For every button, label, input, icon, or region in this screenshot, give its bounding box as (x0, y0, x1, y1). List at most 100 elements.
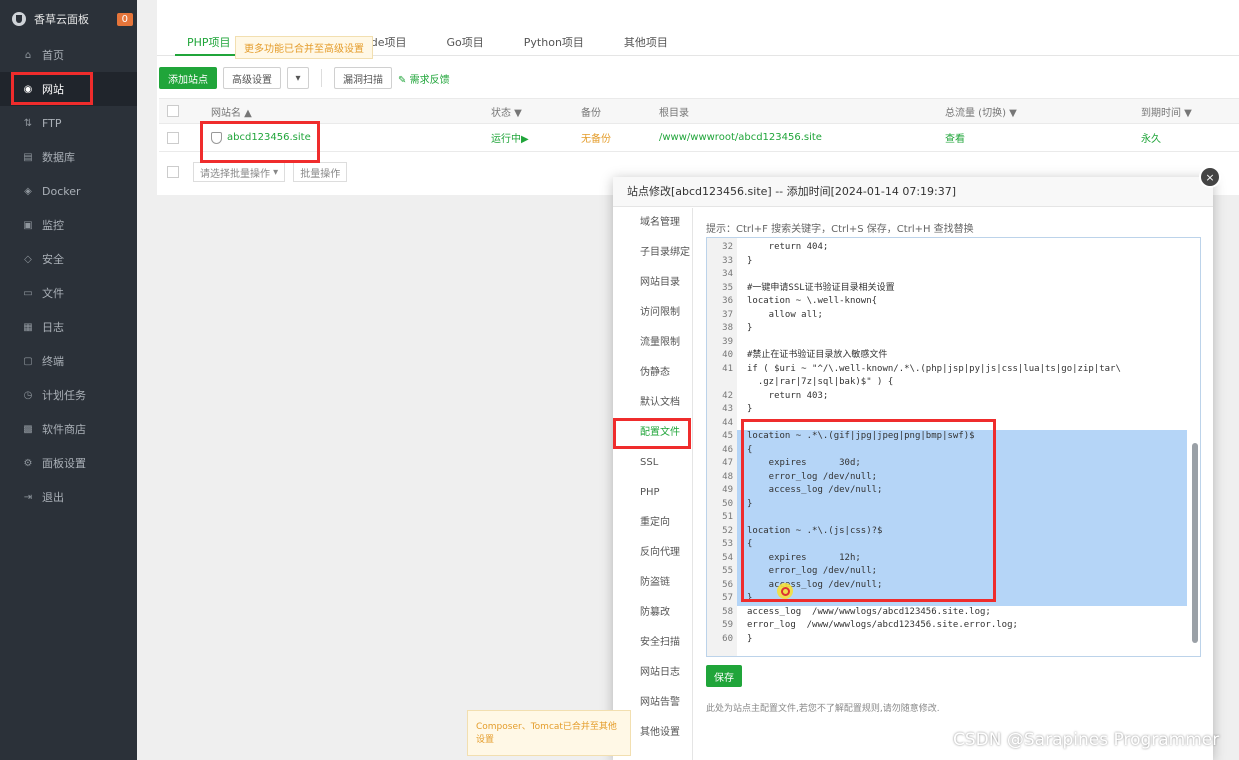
sidebar-item-13[interactable]: ⇥ 退出 (0, 480, 137, 514)
code-line: 37 allow all; (707, 309, 1200, 323)
col-header-traffic[interactable]: 总流量 (切换) ▼ (945, 104, 1141, 119)
sidebar-item-8[interactable]: ▦ 日志 (0, 310, 137, 344)
composer-merge-tip: Composer、Tomcat已合并至其他设置 (467, 710, 631, 756)
site-expire[interactable]: 永久 (1141, 130, 1221, 145)
modal-menu-item-12[interactable]: 防盗链 (613, 568, 692, 598)
modal-menu-item-7[interactable]: 配置文件 (613, 418, 692, 448)
sidebar-item-11[interactable]: ▩ 软件商店 (0, 412, 137, 446)
gear-icon: ⚙ (23, 457, 33, 469)
sidebar-item-label: FTP (42, 116, 62, 130)
sidebar-item-10[interactable]: ◷ 计划任务 (0, 378, 137, 412)
modal-menu-item-13[interactable]: 防篡改 (613, 598, 692, 628)
site-edit-modal: 站点修改[abcd123456.site] -- 添加时间[2024-01-14… (613, 177, 1213, 760)
close-icon[interactable]: × (1199, 166, 1221, 188)
line-number: 49 (722, 485, 733, 495)
modal-menu-item-1[interactable]: 子目录绑定 (613, 238, 692, 268)
line-number: 35 (722, 282, 733, 293)
line-number: 44 (722, 417, 733, 428)
sidebar-item-5[interactable]: ▣ 监控 (0, 208, 137, 242)
modal-menu-item-6[interactable]: 默认文档 (613, 388, 692, 418)
modal-menu-item-4[interactable]: 流量限制 (613, 328, 692, 358)
modal-menu-item-8[interactable]: SSL (613, 448, 692, 478)
advanced-settings-button[interactable]: 高级设置 (223, 67, 281, 89)
save-button[interactable]: 保存 (706, 665, 742, 687)
home-icon: ⌂ (24, 49, 32, 61)
modal-menu-item-5[interactable]: 伪静态 (613, 358, 692, 388)
line-number: 42 (722, 390, 733, 401)
line-number: 47 (722, 458, 733, 468)
col-header-name[interactable]: 网站名 ▲ (211, 104, 491, 119)
line-number: 57 (722, 593, 733, 603)
selection-bg (737, 443, 1187, 457)
sidebar-item-3[interactable]: ▤ 数据库 (0, 140, 137, 174)
modal-menu-item-2[interactable]: 网站目录 (613, 268, 692, 298)
code-text: location ~ .*\.(js|css)?$ (747, 525, 883, 536)
code-line: 44 (707, 417, 1200, 431)
code-line: 49 access_log /dev/null; (707, 484, 1200, 498)
sidebar-item-label: 数据库 (42, 151, 75, 164)
sidebar-item-12[interactable]: ⚙ 面板设置 (0, 446, 137, 480)
code-line: 43} (707, 403, 1200, 417)
sidebar-item-7[interactable]: ▭ 文件 (0, 276, 137, 310)
code-line: 38} (707, 322, 1200, 336)
editor-scrollbar[interactable] (1192, 443, 1198, 643)
tab-4[interactable]: Python项目 (504, 15, 604, 55)
site-traffic[interactable]: 查看 (945, 130, 1141, 145)
batch-checkbox[interactable] (167, 166, 179, 178)
line-number: 45 (722, 431, 733, 441)
modal-menu-item-9[interactable]: PHP (613, 478, 692, 508)
batch-bar: 请选择批量操作 ▾ 批量操作 (159, 162, 348, 182)
sidebar-item-9[interactable]: ▢ 终端 (0, 344, 137, 378)
modal-menu-item-10[interactable]: 重定向 (613, 508, 692, 538)
line-number: 48 (722, 471, 733, 482)
row-checkbox[interactable] (167, 131, 179, 144)
notification-badge[interactable]: 0 (116, 12, 133, 26)
modal-menu-item-11[interactable]: 反向代理 (613, 538, 692, 568)
code-text: } (747, 498, 753, 509)
col-header-expire[interactable]: 到期时间 ▼ (1141, 104, 1221, 119)
code-line: 40 #禁止在证书验证目录放入敏感文件 (707, 349, 1200, 363)
tab-3[interactable]: Go项目 (427, 15, 504, 55)
site-name-link[interactable]: abcd123456.site (211, 131, 491, 144)
modal-menu-item-14[interactable]: 安全扫描 (613, 628, 692, 658)
logo-icon (12, 12, 26, 26)
site-toolbar: 添加站点 高级设置 ▾ 漏洞扫描 ✎ 需求反馈 (159, 67, 450, 89)
add-site-button[interactable]: 添加站点 (159, 67, 217, 89)
logout-icon: ⇥ (23, 491, 33, 503)
modal-menu-item-0[interactable]: 域名管理 (613, 208, 692, 238)
code-line: 58 access_log /www/wwwlogs/abcd123456.sit… (707, 606, 1200, 620)
tab-5[interactable]: 其他项目 (604, 15, 688, 55)
sidebar-item-label: 首页 (42, 49, 64, 62)
line-number: 60 (722, 633, 733, 644)
sidebar-item-6[interactable]: ◇ 安全 (0, 242, 137, 276)
chevron-down-icon[interactable]: ▾ (287, 67, 309, 89)
select-all-checkbox[interactable] (167, 105, 179, 117)
sidebar-item-label: 面板设置 (42, 457, 86, 470)
sidebar-item-4[interactable]: ◈ Docker (0, 174, 137, 208)
sidebar-item-1[interactable]: ◉ 网站 (0, 72, 137, 106)
selection-bg (737, 538, 1187, 552)
site-status[interactable]: 运行中▶ (491, 130, 581, 145)
sidebar-item-0[interactable]: ⌂ 首页 (0, 38, 137, 72)
vuln-scan-button[interactable]: 漏洞扫描 (334, 67, 392, 89)
clock-icon: ◷ (23, 389, 33, 401)
modal-menu: 域名管理 子目录绑定 网站目录 访问限制 流量限制 伪静态 默认文档 配置文件 SSL PHP 重定… (613, 208, 693, 760)
line-number: 50 (722, 498, 733, 509)
code-line: 55 error_log /dev/null; (707, 565, 1200, 579)
modal-menu-item-15[interactable]: 网站日志 (613, 658, 692, 688)
modal-menu-item-3[interactable]: 访问限制 (613, 298, 692, 328)
code-line: 39 (707, 336, 1200, 350)
sidebar-item-label: 网站 (42, 83, 64, 96)
code-line: 48 error_log /dev/null; (707, 470, 1200, 484)
feedback-link[interactable]: ✎ 需求反馈 (398, 71, 450, 86)
code-line: 52 location ~ .*\.(js|css)?$ (707, 524, 1200, 538)
site-root[interactable]: /www/wwwroot/abcd123456.site (659, 132, 945, 143)
col-header-status[interactable]: 状态 ▼ (491, 104, 581, 119)
sidebar-item-label: 计划任务 (42, 389, 86, 402)
batch-action-button[interactable]: 批量操作 (293, 162, 348, 182)
code-line: 50} (707, 497, 1200, 511)
line-number: 58 (722, 606, 733, 617)
site-backup[interactable]: 无备份 (581, 130, 659, 145)
sidebar-item-2[interactable]: ⇅ FTP (0, 106, 137, 140)
batch-select[interactable]: 请选择批量操作 ▾ (193, 162, 286, 182)
